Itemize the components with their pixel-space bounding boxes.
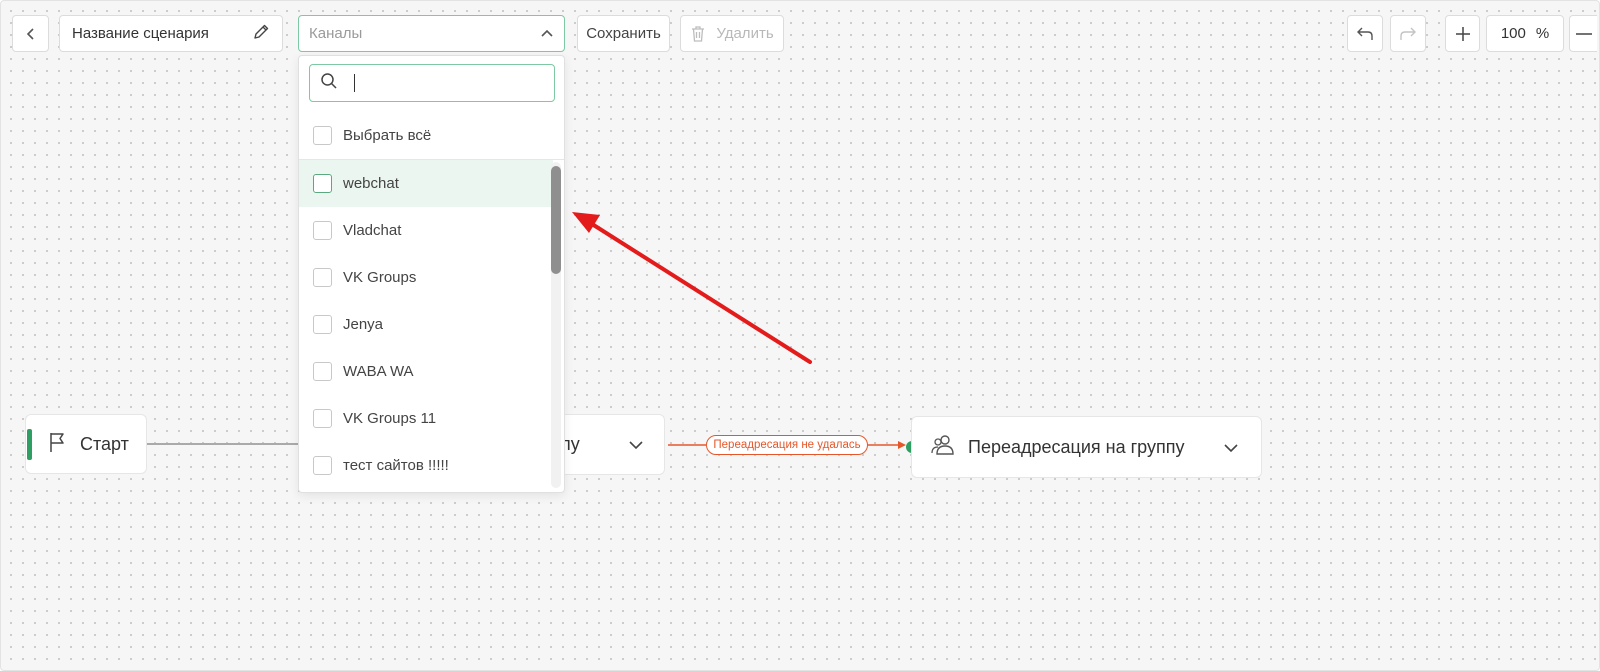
pencil-icon[interactable] xyxy=(252,23,270,45)
delete-button[interactable]: Удалить xyxy=(680,15,784,52)
channel-checkbox[interactable] xyxy=(313,362,332,381)
select-all-label: Выбрать всё xyxy=(343,127,432,144)
channel-checkbox[interactable] xyxy=(313,221,332,240)
channel-label: Jenya xyxy=(343,316,384,333)
channel-label: VK Groups 11 xyxy=(343,410,437,427)
channel-option[interactable]: Jenya xyxy=(299,301,553,348)
zoom-value: 100 xyxy=(1500,25,1526,42)
channel-checkbox[interactable] xyxy=(313,174,332,193)
start-node[interactable]: Старт xyxy=(25,414,147,474)
channels-placeholder: Каналы xyxy=(309,25,363,42)
channels-select[interactable]: Каналы xyxy=(298,15,565,52)
edge-label[interactable]: Переадресация не удалась xyxy=(706,435,868,455)
channels-search-input[interactable] xyxy=(309,64,555,102)
undo-button[interactable] xyxy=(1347,15,1383,52)
chevron-down-icon[interactable] xyxy=(628,434,644,455)
scenario-name-field[interactable]: Название сценария xyxy=(59,15,283,52)
channel-option[interactable]: VK Groups 11 xyxy=(299,395,553,442)
trash-icon xyxy=(690,25,706,43)
action-node-label: пу xyxy=(561,434,580,454)
channel-option[interactable]: webchat xyxy=(299,160,553,207)
channel-option[interactable]: VK Groups xyxy=(299,254,553,301)
channel-label: WABA WA xyxy=(343,363,414,380)
select-all-checkbox[interactable] xyxy=(313,126,332,145)
minus-icon xyxy=(1575,32,1592,36)
text-caret xyxy=(354,74,355,92)
start-node-label: Старт xyxy=(80,433,129,454)
zoom-level-field[interactable]: 100 % xyxy=(1486,15,1564,52)
save-label: Сохранить xyxy=(586,25,661,42)
channel-option[interactable]: Vladchat xyxy=(299,207,553,254)
channel-checkbox[interactable] xyxy=(313,315,332,334)
chevron-left-icon xyxy=(24,27,38,41)
group-redirect-label: Переадресация на группу xyxy=(968,436,1185,457)
zoom-in-button[interactable] xyxy=(1445,15,1480,52)
zoom-unit: % xyxy=(1535,25,1550,42)
channel-label: Vladchat xyxy=(343,222,402,239)
flow-canvas[interactable] xyxy=(0,0,1600,671)
chevron-up-icon xyxy=(540,25,554,42)
delete-label: Удалить xyxy=(716,25,774,42)
search-icon xyxy=(320,72,338,95)
scenario-name: Название сценария xyxy=(72,25,209,42)
redo-icon xyxy=(1398,25,1418,43)
channel-label: webchat xyxy=(343,175,399,192)
scrollbar-thumb[interactable] xyxy=(551,166,561,274)
start-node-accent xyxy=(27,429,32,460)
back-button[interactable] xyxy=(12,15,49,52)
channel-checkbox[interactable] xyxy=(313,268,332,287)
users-icon xyxy=(930,434,956,461)
channel-label: VK Groups xyxy=(343,269,417,286)
redo-button[interactable] xyxy=(1390,15,1426,52)
save-button[interactable]: Сохранить xyxy=(577,15,670,52)
channel-label: тест сайтов !!!!! xyxy=(343,457,449,474)
channel-option[interactable]: WABA WA xyxy=(299,348,553,395)
channels-dropdown: Выбрать всё webchat Vladchat VK Groups J… xyxy=(298,55,565,493)
undo-icon xyxy=(1355,25,1375,43)
channel-option[interactable]: тест сайтов !!!!! xyxy=(299,442,553,489)
zoom-out-button[interactable] xyxy=(1569,15,1597,52)
group-redirect-node[interactable]: Переадресация на группу xyxy=(911,416,1262,478)
channel-checkbox[interactable] xyxy=(313,456,332,475)
flag-icon xyxy=(48,431,68,458)
select-all-option[interactable]: Выбрать всё xyxy=(299,112,564,159)
chevron-down-icon[interactable] xyxy=(1223,437,1239,458)
plus-icon xyxy=(1454,25,1472,43)
channel-checkbox[interactable] xyxy=(313,409,332,428)
